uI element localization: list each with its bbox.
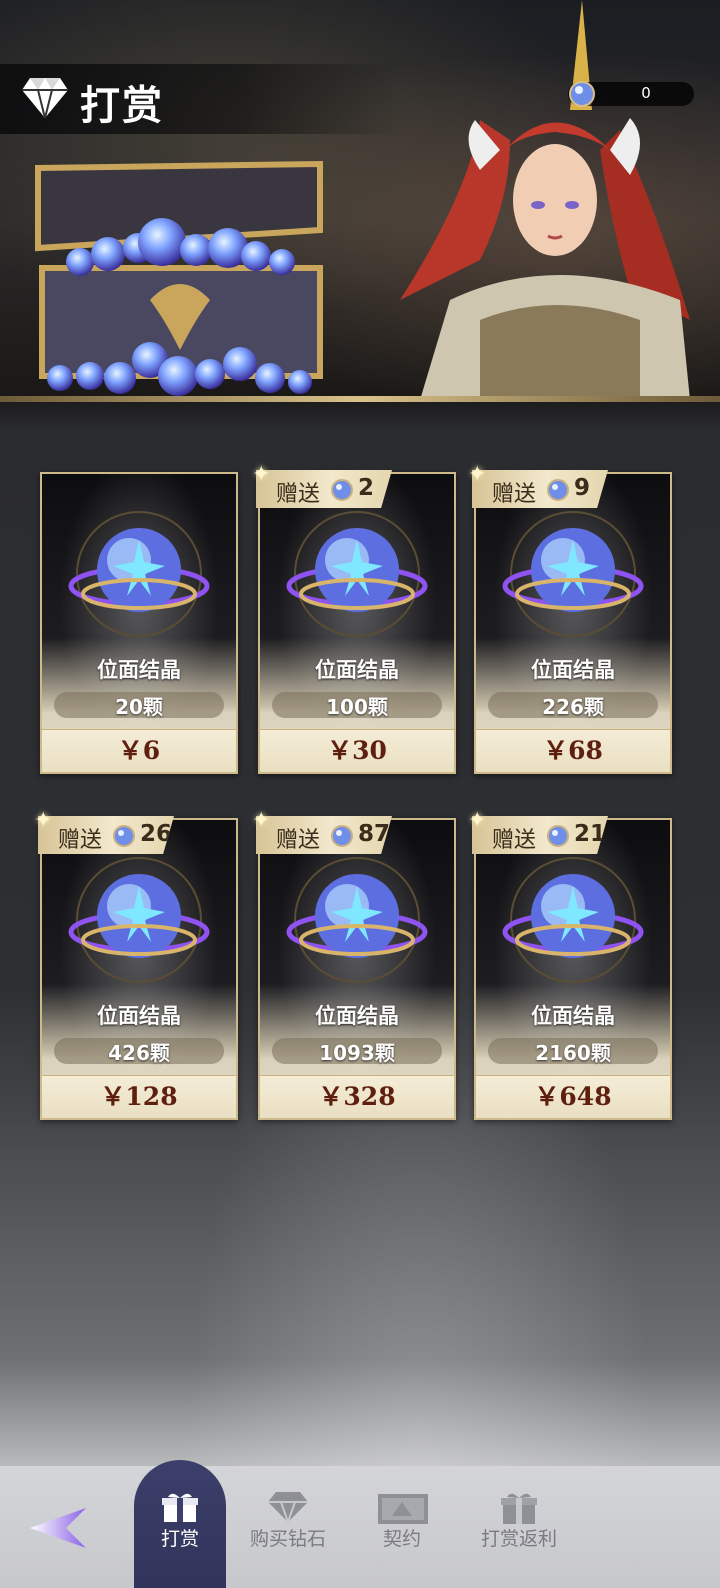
product-card[interactable]: 位面结晶 100颗 ￥30 赠送 2 ✦	[252, 462, 456, 774]
page-title: 打赏	[80, 82, 164, 129]
sparkle-icon: ✦	[252, 462, 271, 487]
treasure-chest-image	[35, 160, 323, 396]
sparkle-icon: ✦	[252, 808, 271, 833]
product-count: 1093颗	[319, 1041, 395, 1065]
crystal-orb-icon	[286, 857, 428, 983]
product-name: 位面结晶	[315, 657, 399, 682]
bonus-value: 2	[358, 475, 375, 501]
product-count: 100颗	[326, 695, 388, 719]
bottom-nav: 打赏 购买钻石 契约 打赏返利	[0, 1460, 720, 1588]
bonus-value: 9	[574, 475, 591, 501]
price-button[interactable]: ￥6	[42, 729, 236, 772]
product-card[interactable]: 位面结晶 426颗 ￥128 赠送 26 ✦	[34, 808, 238, 1120]
crystal-orb-icon	[286, 511, 428, 637]
back-arrow-icon[interactable]	[26, 1506, 92, 1550]
product-name: 位面结晶	[315, 1003, 399, 1028]
crystal-orb-icon	[68, 511, 210, 637]
product-count: 226颗	[542, 695, 604, 719]
bonus-label: 赠送	[276, 828, 321, 853]
product-count: 426颗	[108, 1041, 170, 1065]
bonus-badge: 赠送 2	[256, 470, 392, 508]
product-card[interactable]: 位面结晶 226颗 ￥68 赠送 9 ✦	[468, 462, 672, 774]
rebate-icon	[501, 1493, 537, 1524]
tab-label: 契约	[382, 1528, 421, 1550]
product-card[interactable]: 位面结晶 20颗 ￥6	[40, 472, 238, 774]
product-card[interactable]: 位面结晶 2160颗 ￥648 赠送 216 ✦	[468, 808, 672, 1120]
tab-contract[interactable]: 契约	[352, 1466, 452, 1588]
crystal-icon	[331, 479, 353, 501]
product-card[interactable]: 位面结晶 1093颗 ￥328 赠送 87 ✦	[252, 808, 456, 1120]
product-name: 位面结晶	[97, 1003, 181, 1028]
crystal-icon	[547, 825, 569, 847]
bonus-label: 赠送	[492, 482, 537, 507]
tab-label: 购买钻石	[249, 1528, 326, 1550]
balance-display: 0	[568, 81, 694, 107]
diamond-icon	[268, 1492, 308, 1523]
crystal-icon	[569, 81, 595, 107]
bonus-label: 赠送	[492, 828, 537, 853]
crystal-icon	[331, 825, 353, 847]
crystal-icon	[547, 479, 569, 501]
bonus-badge: 赠送 9	[472, 470, 608, 508]
tab-label: 打赏	[160, 1528, 199, 1550]
crystal-orb-icon	[68, 857, 210, 983]
product-name: 位面结晶	[97, 657, 181, 682]
price-button[interactable]: ￥328	[260, 1075, 454, 1118]
product-name: 位面结晶	[531, 1003, 615, 1028]
character-illustration	[400, 0, 690, 400]
crystal-icon	[113, 825, 135, 847]
bonus-label: 赠送	[276, 482, 321, 507]
price-button[interactable]: ￥128	[42, 1075, 236, 1118]
product-name: 位面结晶	[531, 657, 615, 682]
price-button[interactable]: ￥648	[476, 1075, 670, 1118]
bonus-value: 87	[358, 821, 391, 847]
bonus-label: 赠送	[58, 828, 103, 853]
crystal-orb-icon	[502, 511, 644, 637]
sparkle-icon: ✦	[468, 462, 487, 487]
bonus-value: 216	[574, 821, 623, 847]
gift-icon	[162, 1493, 198, 1522]
tab-buy-diamonds[interactable]: 购买钻石	[238, 1466, 338, 1588]
bonus-value: 26	[140, 821, 173, 847]
tab-reward[interactable]: 打赏	[134, 1460, 226, 1588]
contract-icon	[378, 1494, 428, 1524]
diamond-icon	[22, 78, 68, 119]
header-banner: 打赏 0	[0, 0, 720, 402]
bonus-badge: 赠送 26	[38, 816, 174, 854]
tab-reward-rebate[interactable]: 打赏返利	[464, 1466, 574, 1588]
bonus-badge: 赠送 216	[472, 816, 608, 854]
product-count: 20颗	[115, 695, 163, 719]
price-button[interactable]: ￥68	[476, 729, 670, 772]
crystal-orb-icon	[502, 857, 644, 983]
divider	[0, 402, 720, 432]
sparkle-icon: ✦	[468, 808, 487, 833]
product-count: 2160颗	[535, 1041, 611, 1065]
balance-value: 0	[641, 84, 651, 102]
tab-label: 打赏返利	[480, 1528, 557, 1550]
sparkle-icon: ✦	[34, 808, 53, 833]
page-title-bar: 打赏	[0, 64, 400, 134]
price-button[interactable]: ￥30	[260, 729, 454, 772]
bonus-badge: 赠送 87	[256, 816, 392, 854]
